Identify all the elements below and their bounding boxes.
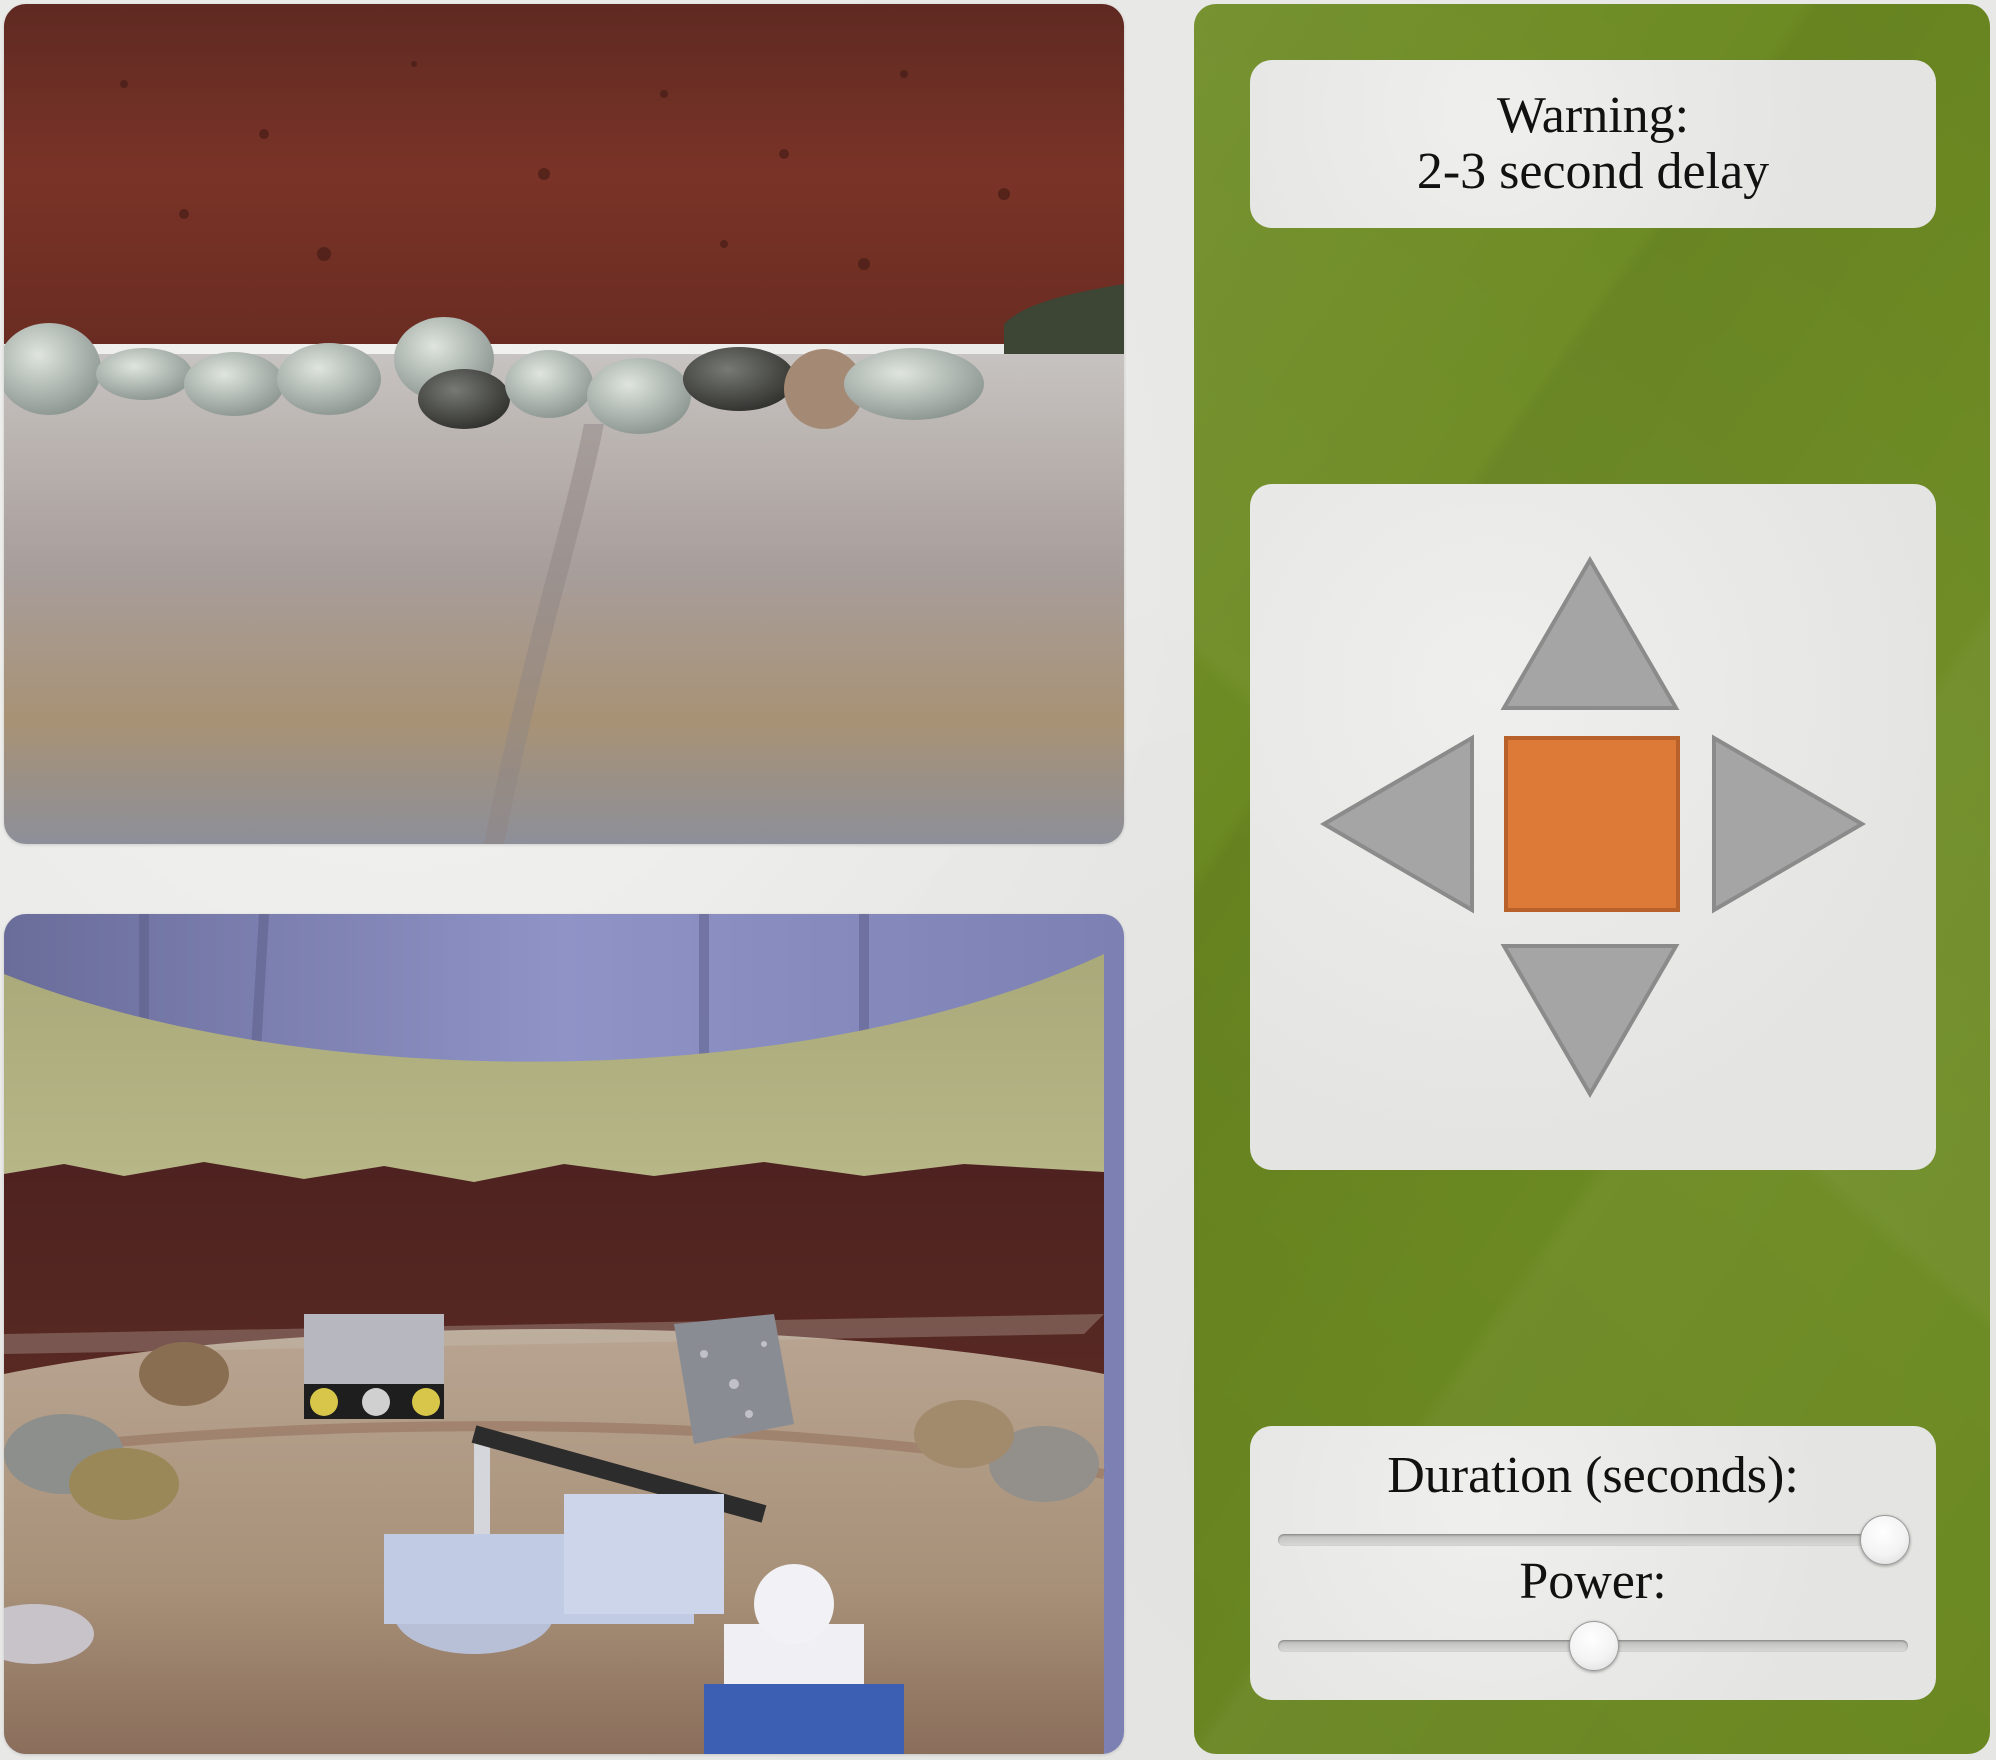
control-panel: Warning: 2-3 second delay Duration (seco…: [1194, 4, 1990, 1754]
move-backward-button[interactable]: [1500, 940, 1680, 1100]
arrow-up-icon: [1500, 556, 1680, 710]
duration-label: Duration (seconds):: [1387, 1447, 1799, 1504]
power-label: Power:: [1519, 1553, 1667, 1610]
rover-camera-feed: [4, 4, 1124, 844]
move-forward-button[interactable]: [1500, 554, 1680, 714]
turn-right-button[interactable]: [1708, 734, 1868, 914]
stop-icon: [1504, 736, 1680, 912]
duration-slider[interactable]: [1278, 1515, 1910, 1565]
arrow-right-icon: [1712, 734, 1866, 914]
direction-pad: [1250, 484, 1936, 1170]
stop-button[interactable]: [1504, 736, 1680, 912]
arrow-left-icon: [1320, 734, 1474, 914]
turn-left-button[interactable]: [1318, 734, 1478, 914]
warning-title: Warning:: [1496, 87, 1690, 144]
arrow-down-icon: [1500, 944, 1680, 1098]
arena-camera-feed: [4, 914, 1124, 1754]
power-slider-thumb[interactable]: [1569, 1621, 1619, 1671]
delay-warning: Warning: 2-3 second delay: [1250, 60, 1936, 228]
power-slider[interactable]: [1278, 1621, 1908, 1671]
warning-text: 2-3 second delay: [1416, 143, 1770, 200]
drive-settings: Duration (seconds): Power:: [1250, 1426, 1936, 1700]
